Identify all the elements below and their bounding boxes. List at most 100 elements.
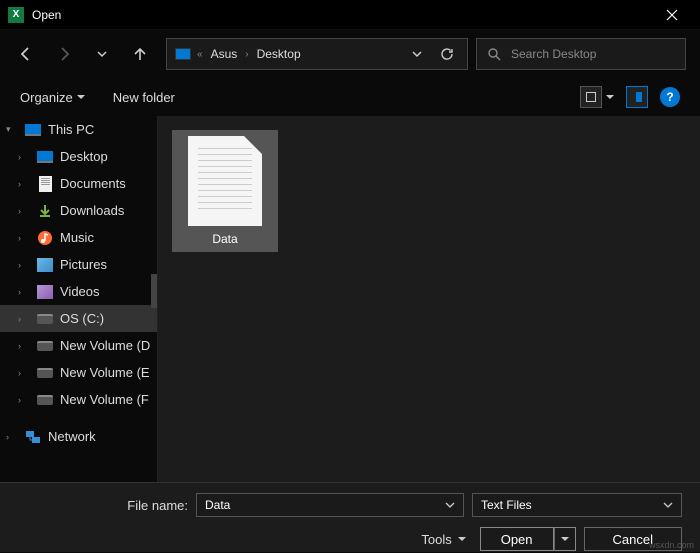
file-view[interactable]: Data bbox=[158, 116, 700, 482]
network-icon bbox=[24, 428, 42, 446]
download-icon bbox=[36, 202, 54, 220]
open-dropdown[interactable] bbox=[554, 527, 576, 551]
tree-label: New Volume (E bbox=[60, 365, 150, 380]
cancel-label: Cancel bbox=[613, 532, 653, 547]
scrollbar-thumb[interactable] bbox=[151, 274, 157, 308]
refresh-button[interactable] bbox=[435, 42, 459, 66]
close-icon bbox=[666, 9, 678, 21]
watermark: wsxdn.com bbox=[649, 540, 694, 550]
document-icon bbox=[39, 176, 52, 192]
navigation-tree: ▾ This PC › Desktop › Documents › Downlo… bbox=[0, 116, 158, 482]
text-file-icon bbox=[188, 136, 262, 226]
tree-label: New Volume (F bbox=[60, 392, 149, 407]
tree-volume-d[interactable]: › New Volume (D bbox=[0, 332, 157, 359]
search-icon bbox=[487, 47, 501, 61]
new-folder-label: New folder bbox=[113, 90, 175, 105]
tree-label: Pictures bbox=[60, 257, 107, 272]
chevron-down-icon bbox=[411, 48, 423, 60]
file-item-data[interactable]: Data bbox=[172, 130, 278, 252]
monitor-icon bbox=[175, 48, 191, 60]
file-type-value: Text Files bbox=[481, 498, 532, 512]
preview-icon bbox=[636, 92, 642, 102]
file-type-select[interactable]: Text Files bbox=[472, 493, 682, 517]
recent-button[interactable] bbox=[90, 42, 114, 66]
arrow-up-icon bbox=[132, 46, 148, 62]
chevron-down-icon bbox=[663, 500, 673, 510]
tree-downloads[interactable]: › Downloads bbox=[0, 197, 157, 224]
tree-label: Desktop bbox=[60, 149, 108, 164]
caret-down-icon bbox=[77, 93, 85, 101]
close-button[interactable] bbox=[652, 0, 692, 30]
videos-icon bbox=[37, 285, 53, 299]
view-options-button[interactable] bbox=[580, 86, 602, 108]
tools-menu[interactable]: Tools bbox=[421, 532, 465, 547]
address-bar[interactable]: « Asus › Desktop bbox=[166, 38, 468, 70]
excel-app-icon: X bbox=[8, 7, 24, 23]
up-button[interactable] bbox=[128, 42, 152, 66]
tree-desktop[interactable]: › Desktop bbox=[0, 143, 157, 170]
chevron-down-icon bbox=[96, 48, 108, 60]
chevron-right-icon: › bbox=[18, 233, 30, 243]
search-input[interactable]: Search Desktop bbox=[476, 38, 686, 70]
chevron-right-icon: › bbox=[18, 206, 30, 216]
tree-label: Music bbox=[60, 230, 94, 245]
file-name-value: Data bbox=[205, 498, 230, 512]
file-label: Data bbox=[212, 232, 237, 246]
drive-icon bbox=[37, 368, 53, 378]
chevron-right-icon: › bbox=[18, 395, 30, 405]
drive-icon bbox=[37, 314, 53, 324]
tree-label: OS (C:) bbox=[60, 311, 104, 326]
file-name-label: File name: bbox=[18, 498, 188, 513]
monitor-icon bbox=[37, 151, 53, 163]
tree-label: Downloads bbox=[60, 203, 124, 218]
path-segment[interactable]: Desktop bbox=[255, 47, 303, 61]
back-button[interactable] bbox=[14, 42, 38, 66]
drive-icon bbox=[37, 341, 53, 351]
chevron-right-icon: › bbox=[18, 341, 30, 351]
chevron-right-icon: › bbox=[18, 368, 30, 378]
tree-label: Documents bbox=[60, 176, 126, 191]
arrow-left-icon bbox=[18, 46, 34, 62]
path-segment[interactable]: Asus bbox=[209, 47, 240, 61]
monitor-icon bbox=[25, 124, 41, 136]
caret-down-icon bbox=[561, 535, 569, 543]
chevron-right-icon: › bbox=[6, 432, 18, 442]
address-dropdown[interactable] bbox=[405, 48, 429, 60]
music-icon bbox=[36, 229, 54, 247]
forward-button[interactable] bbox=[52, 42, 76, 66]
chevron-right-icon: › bbox=[18, 152, 30, 162]
tree-network[interactable]: › Network bbox=[0, 423, 157, 450]
tree-pictures[interactable]: › Pictures bbox=[0, 251, 157, 278]
tree-volume-e[interactable]: › New Volume (E bbox=[0, 359, 157, 386]
file-name-input[interactable]: Data bbox=[196, 493, 464, 517]
window-title: Open bbox=[32, 8, 652, 22]
tree-music[interactable]: › Music bbox=[0, 224, 157, 251]
path-separator-icon: « bbox=[197, 49, 203, 60]
chevron-right-icon: › bbox=[18, 260, 30, 270]
caret-down-icon bbox=[458, 535, 466, 543]
tree-os-drive[interactable]: › OS (C:) bbox=[0, 305, 157, 332]
tree-label: This PC bbox=[48, 122, 94, 137]
chevron-down-icon bbox=[445, 500, 455, 510]
tree-volume-f[interactable]: › New Volume (F bbox=[0, 386, 157, 413]
view-icon bbox=[586, 92, 596, 102]
drive-icon bbox=[37, 395, 53, 405]
help-button[interactable]: ? bbox=[660, 87, 680, 107]
organize-label: Organize bbox=[20, 90, 73, 105]
chevron-right-icon: › bbox=[18, 314, 30, 324]
caret-down-icon[interactable] bbox=[606, 93, 614, 101]
chevron-right-icon: › bbox=[245, 49, 248, 60]
tree-this-pc[interactable]: ▾ This PC bbox=[0, 116, 157, 143]
open-button[interactable]: Open bbox=[480, 527, 554, 551]
tree-videos[interactable]: › Videos bbox=[0, 278, 157, 305]
arrow-right-icon bbox=[56, 46, 72, 62]
chevron-right-icon: › bbox=[18, 287, 30, 297]
tree-documents[interactable]: › Documents bbox=[0, 170, 157, 197]
refresh-icon bbox=[440, 47, 454, 61]
new-folder-button[interactable]: New folder bbox=[113, 90, 175, 105]
tree-label: New Volume (D bbox=[60, 338, 150, 353]
organize-menu[interactable]: Organize bbox=[20, 90, 85, 105]
tree-label: Videos bbox=[60, 284, 100, 299]
tools-label: Tools bbox=[421, 532, 451, 547]
preview-pane-button[interactable] bbox=[626, 86, 648, 108]
